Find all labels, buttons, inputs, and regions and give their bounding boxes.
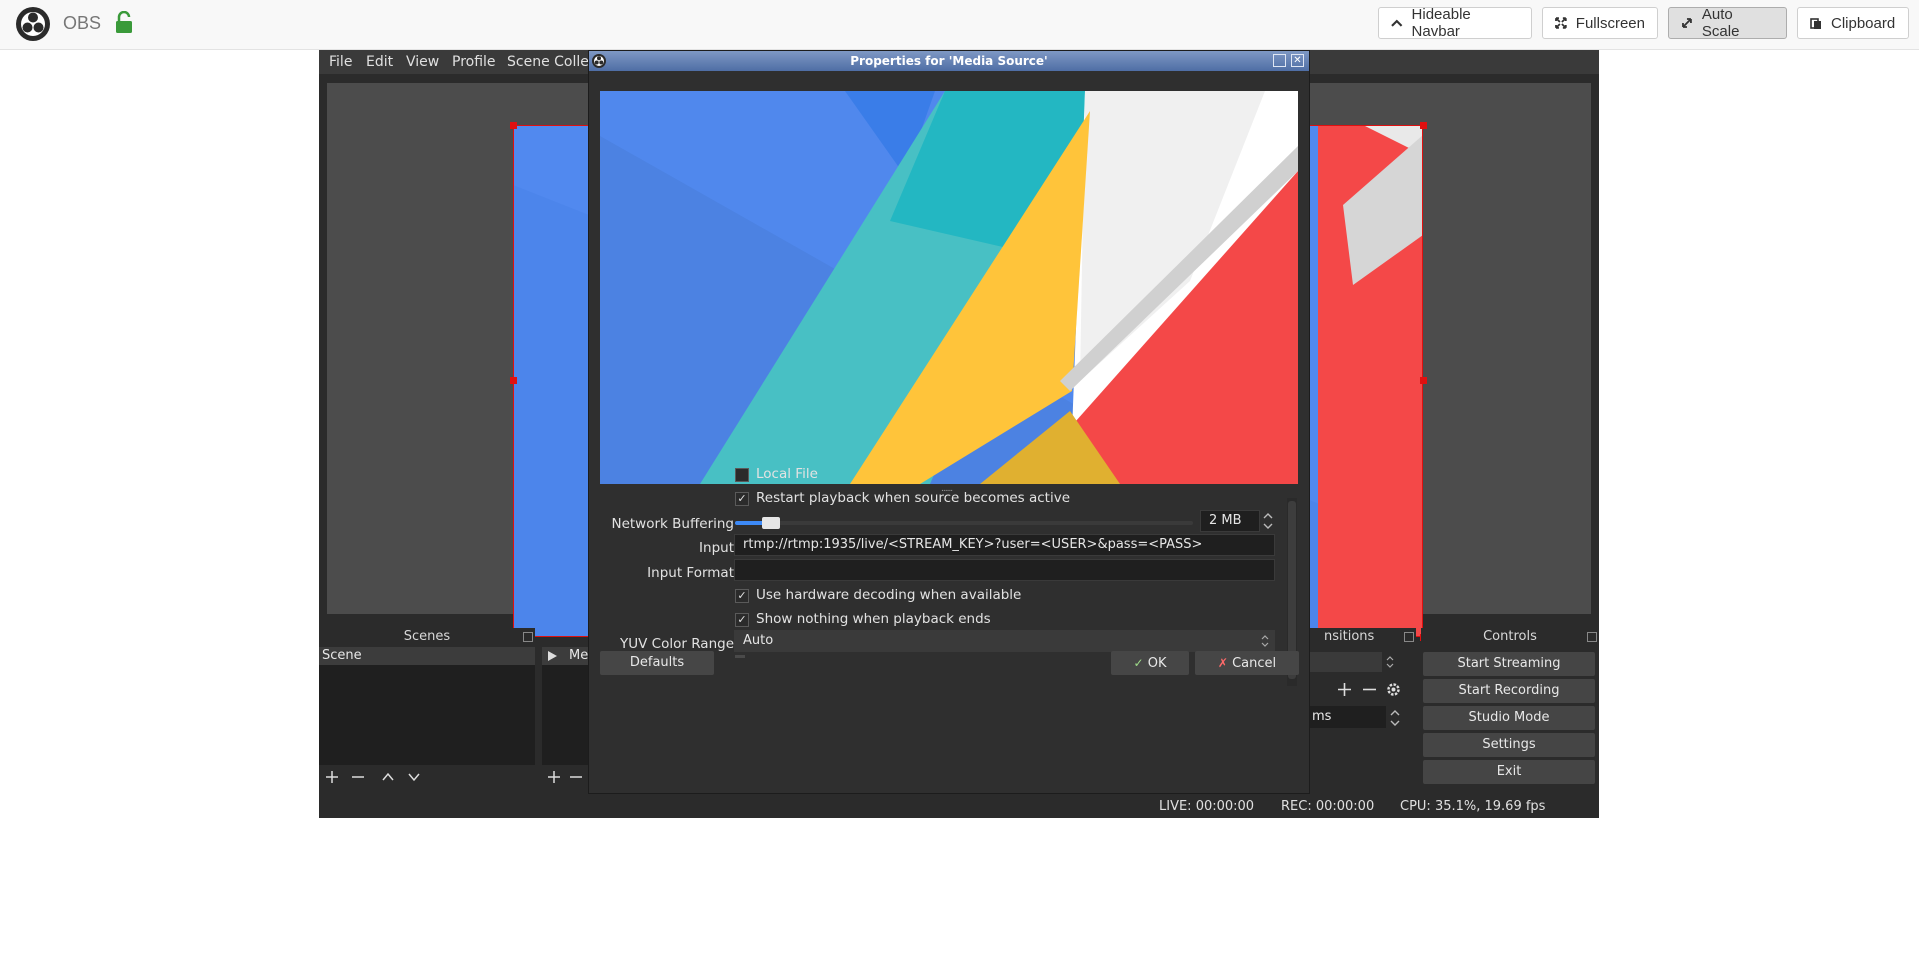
input-url-value: rtmp://rtmp:1935/live/<STREAM_KEY>?user=…	[743, 537, 1203, 552]
add-icon[interactable]	[1337, 682, 1352, 697]
navbar: OBS Hideable Navbar Fullscreen Auto Scal…	[0, 0, 1919, 50]
network-buffering-value: 2 MB	[1209, 513, 1242, 528]
list-item[interactable]: Scene	[319, 647, 535, 665]
yuv-color-range-select[interactable]: Auto	[734, 630, 1275, 652]
studio-mode-button[interactable]: Studio Mode	[1423, 706, 1595, 730]
menu-edit[interactable]: Edit	[366, 54, 393, 70]
source-preview	[600, 91, 1298, 484]
sources-list: Me	[542, 647, 588, 765]
yuv-color-range-label: YUV Color Range	[620, 636, 734, 652]
auto-scale-label: Auto Scale	[1701, 6, 1740, 40]
show-nothing-checkbox[interactable]: ✓	[735, 613, 749, 627]
duration-unit: ms	[1312, 709, 1332, 724]
brand-name[interactable]: OBS	[63, 13, 101, 34]
status-bar: LIVE: 00:00:00 REC: 00:00:00 CPU: 35.1%,…	[319, 796, 1599, 818]
media-source-icon	[548, 651, 557, 661]
input-format-label: Input Format	[647, 565, 734, 581]
yuv-color-range-value: Auto	[743, 633, 774, 648]
cancel-label: Cancel	[1232, 656, 1277, 671]
select-arrows-icon	[1261, 635, 1269, 647]
scenes-dock-title: Scenes	[319, 628, 535, 646]
settings-button[interactable]: Settings	[1423, 733, 1595, 757]
transition-select[interactable]	[1309, 652, 1382, 672]
scenes-toolbar	[319, 765, 535, 789]
obs-logo-icon[interactable]	[16, 7, 50, 41]
source-name: Me	[569, 648, 589, 663]
hw-decoding-checkbox[interactable]: ✓	[735, 589, 749, 603]
start-streaming-button[interactable]: Start Streaming	[1423, 652, 1595, 676]
expand-icon	[1555, 17, 1567, 29]
duration-input[interactable]: ms	[1309, 706, 1386, 728]
unlock-icon[interactable]	[114, 11, 134, 33]
cancel-button[interactable]: ✗ Cancel	[1195, 651, 1299, 675]
hideable-navbar-label: Hideable Navbar	[1411, 6, 1471, 40]
exit-button[interactable]: Exit	[1423, 760, 1595, 784]
network-buffering-slider[interactable]	[735, 517, 1193, 529]
clipboard-icon	[1810, 17, 1821, 29]
hideable-navbar-button[interactable]: Hideable Navbar	[1378, 6, 1532, 40]
menu-view[interactable]: View	[406, 54, 439, 70]
menu-file[interactable]: File	[329, 54, 352, 70]
chevron-down-icon[interactable]	[407, 770, 421, 784]
input-url-field[interactable]: rtmp://rtmp:1935/live/<STREAM_KEY>?user=…	[734, 534, 1275, 556]
restore-icon[interactable]	[1273, 54, 1286, 67]
cancel-icon: ✗	[1217, 656, 1228, 670]
network-buffering-input[interactable]: 2 MB	[1200, 510, 1260, 532]
rec-time: REC: 00:00:00	[1281, 799, 1375, 814]
network-buffering-label: Network Buffering	[611, 516, 734, 532]
list-item[interactable]: Me	[542, 647, 588, 665]
local-file-label: Local File	[756, 466, 818, 482]
input-label: Input	[699, 540, 734, 556]
auto-scale-button[interactable]: Auto Scale	[1668, 6, 1787, 40]
fullscreen-label: Fullscreen	[1575, 14, 1645, 32]
float-dock-icon[interactable]	[523, 632, 533, 642]
hw-decoding-label: Use hardware decoding when available	[756, 587, 1022, 603]
remove-icon[interactable]	[351, 770, 365, 784]
ok-label: OK	[1147, 656, 1167, 671]
local-file-checkbox[interactable]	[735, 468, 749, 482]
float-dock-icon[interactable]	[1587, 632, 1597, 642]
ok-icon: ✓	[1133, 656, 1144, 670]
controls-title: Controls	[1483, 629, 1537, 644]
dialog-title: Properties for 'Media Source'	[850, 54, 1048, 68]
chevron-up-icon[interactable]	[381, 770, 395, 784]
defaults-button[interactable]: Defaults	[600, 651, 714, 675]
sources-toolbar	[542, 765, 588, 789]
close-icon[interactable]: ✕	[1291, 54, 1304, 67]
input-format-field[interactable]	[734, 559, 1275, 581]
resize-icon	[1682, 18, 1692, 28]
clipboard-label: Clipboard	[1831, 14, 1896, 32]
properties-dialog: Properties for 'Media Source' ✕ ...... L…	[588, 50, 1310, 794]
spinner-arrows-icon[interactable]	[1389, 707, 1401, 729]
live-time: LIVE: 00:00:00	[1159, 799, 1255, 814]
float-dock-icon[interactable]	[1404, 632, 1414, 642]
add-icon[interactable]	[547, 770, 561, 784]
controls-dock-title: Controls	[1421, 628, 1599, 646]
fullscreen-button[interactable]: Fullscreen	[1542, 7, 1658, 39]
gear-icon[interactable]	[1385, 681, 1402, 698]
spinner-arrows-icon[interactable]	[1261, 510, 1275, 532]
scenes-list: Scene	[319, 647, 535, 765]
remove-icon[interactable]	[569, 770, 583, 784]
scenes-title: Scenes	[403, 629, 451, 644]
restart-playback-checkbox[interactable]: ✓	[735, 492, 749, 506]
remove-icon[interactable]	[1362, 682, 1377, 697]
wallpaper-image	[600, 91, 1298, 484]
menu-profile[interactable]: Profile	[452, 54, 496, 70]
menu-scene-collection[interactable]: Scene Collec	[507, 54, 597, 70]
slider-thumb[interactable]	[762, 517, 780, 529]
ok-button[interactable]: ✓ OK	[1111, 651, 1189, 675]
chevron-up-icon	[1391, 19, 1403, 27]
add-icon[interactable]	[325, 770, 339, 784]
hidden-row-checkbox	[735, 655, 745, 658]
dialog-titlebar[interactable]: Properties for 'Media Source' ✕	[589, 51, 1309, 71]
select-arrows-icon[interactable]	[1385, 654, 1395, 670]
clipboard-button[interactable]: Clipboard	[1797, 7, 1909, 39]
transitions-dock-title: nsitions	[1309, 628, 1416, 646]
restart-playback-label: Restart playback when source becomes act…	[756, 490, 1071, 506]
start-recording-button[interactable]: Start Recording	[1423, 679, 1595, 703]
cpu-status: CPU: 35.1%, 19.69 fps	[1400, 799, 1546, 814]
transitions-title: nsitions	[1324, 629, 1375, 644]
show-nothing-label: Show nothing when playback ends	[756, 611, 991, 627]
